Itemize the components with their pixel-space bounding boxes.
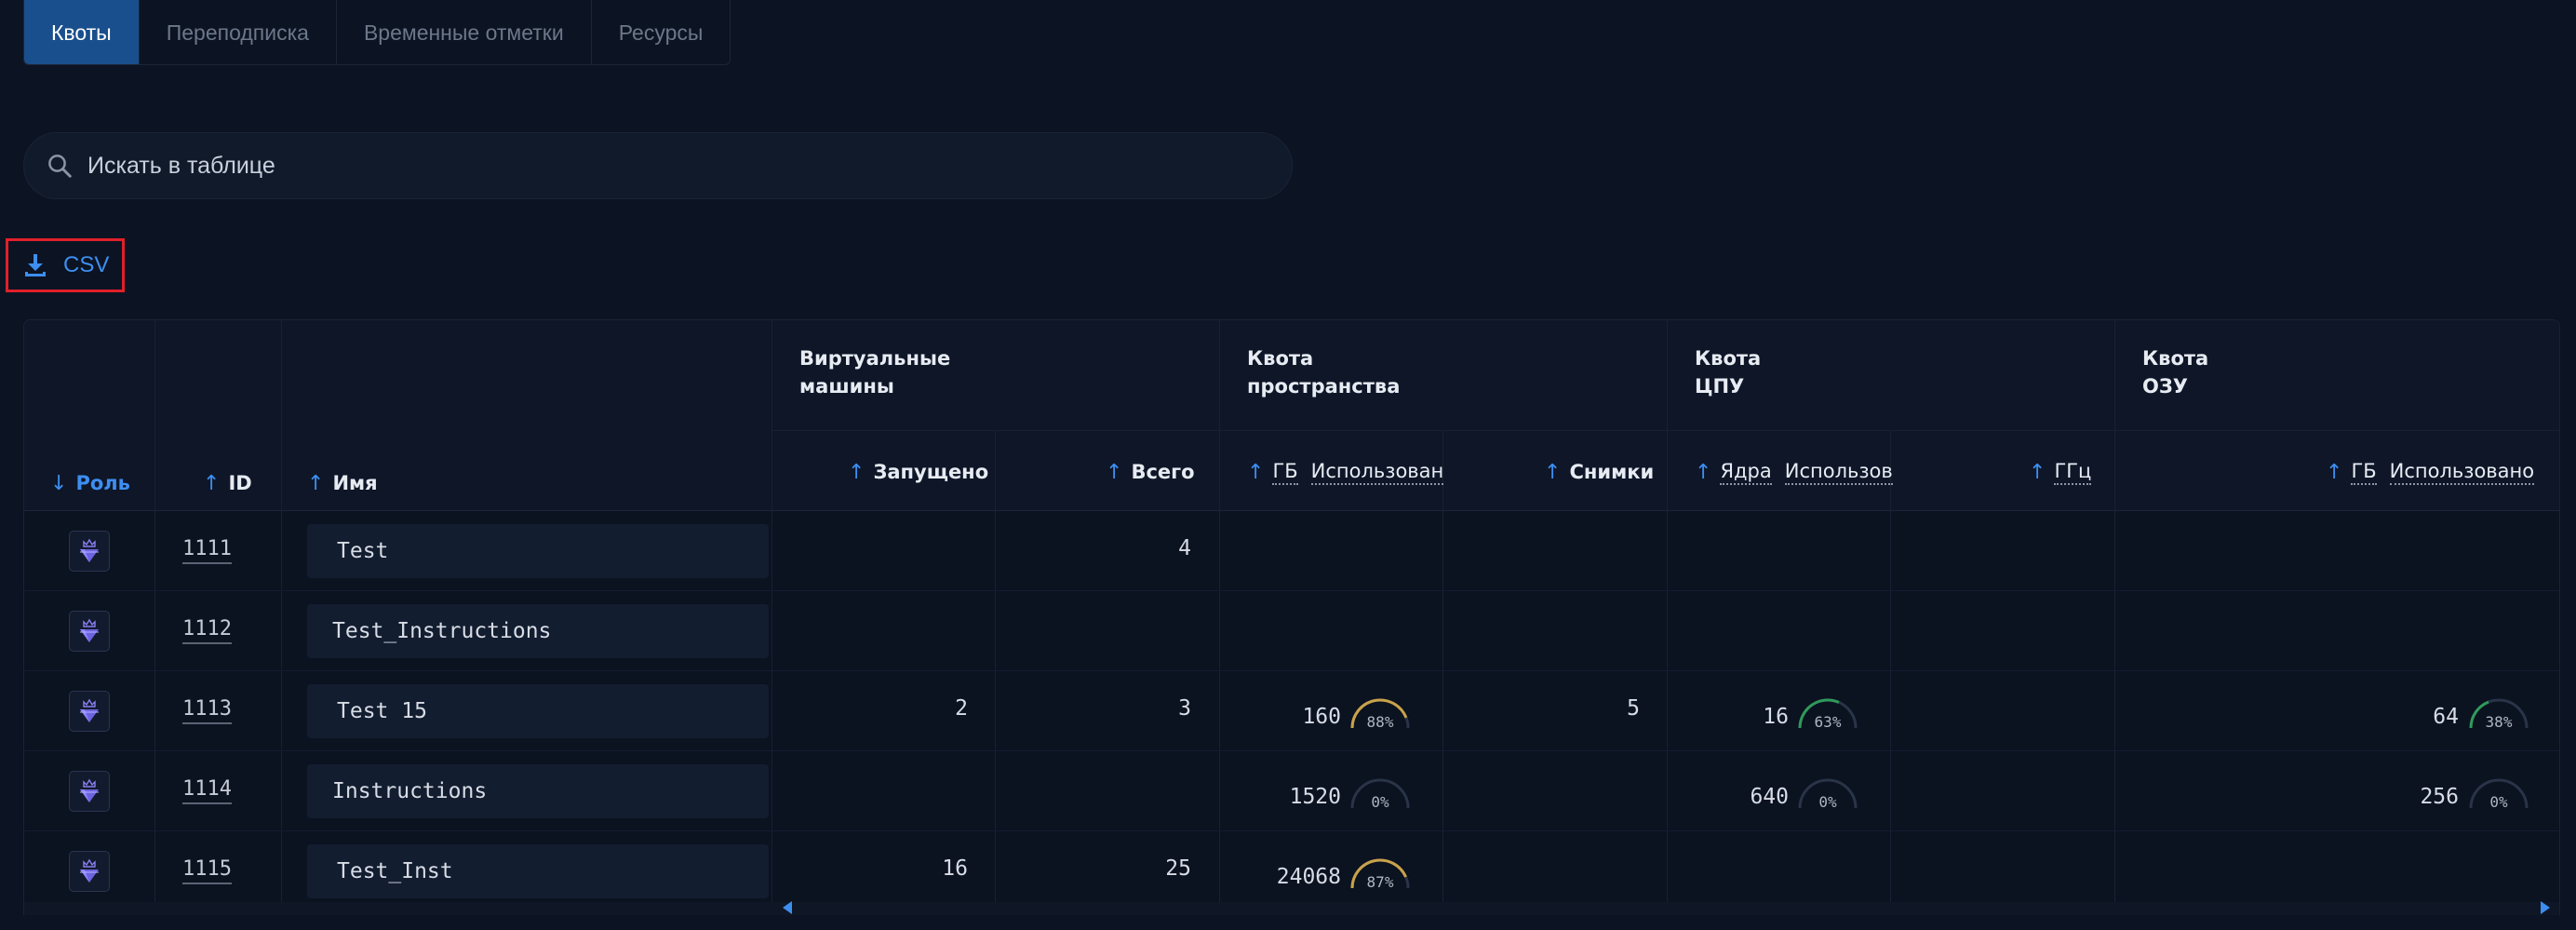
column-header-total[interactable]: ↑ Всего: [1106, 456, 1195, 488]
row-space-gb: 24068: [1276, 865, 1341, 889]
scroll-left-icon[interactable]: [783, 901, 792, 914]
arrow-down-icon: ↓: [50, 471, 68, 495]
column-header-snapshots[interactable]: ↑ Снимки: [1544, 456, 1654, 488]
row-id-link[interactable]: 1112: [182, 617, 232, 644]
column-header-space-used[interactable]: Использован: [1310, 460, 1444, 485]
table-row[interactable]: 1111 Test 4: [24, 511, 2559, 591]
table-row[interactable]: 1112 Test_Instructions: [24, 591, 2559, 671]
tab-timestamps[interactable]: Временные отметки: [337, 0, 592, 64]
horizontal-scrollbar[interactable]: [24, 901, 2559, 915]
column-header-space-gb[interactable]: ↑ ГБ Использован: [1247, 456, 1444, 488]
row-total: 3: [1178, 696, 1191, 721]
diamond-crown-icon[interactable]: [69, 771, 110, 812]
table-row[interactable]: 1115 Test_Inst 16 25 24068 87%: [24, 831, 2559, 911]
tab-quotas[interactable]: Квоты: [24, 0, 140, 64]
column-header-cpu-used[interactable]: Использов: [1784, 460, 1893, 485]
download-icon: [25, 254, 46, 276]
row-name-field[interactable]: Test_Instructions: [307, 604, 769, 658]
csv-export-button[interactable]: CSV: [6, 238, 125, 292]
row-id-link[interactable]: 1111: [182, 537, 232, 564]
diamond-crown-icon[interactable]: [69, 611, 110, 652]
row-name: Test_Instructions: [332, 619, 552, 643]
column-header-role[interactable]: ↓ Роль: [50, 467, 130, 499]
arrow-up-icon: ↑: [2029, 460, 2046, 484]
cpu-usage-gauge: 0%: [1798, 778, 1858, 810]
row-name-field[interactable]: Test: [307, 524, 769, 578]
column-header-started[interactable]: ↑ Запущено: [848, 456, 988, 488]
column-header-id[interactable]: ↑ ID: [203, 467, 252, 499]
group-vm: Виртуальные машины: [799, 347, 951, 398]
ram-usage-gauge: 0%: [2469, 778, 2529, 810]
space-usage-gauge: 0%: [1350, 778, 1410, 810]
row-name-field[interactable]: Test 15: [307, 684, 769, 738]
row-space-gb: 1520: [1289, 785, 1341, 809]
tab-overcommit[interactable]: Переподписка: [140, 0, 337, 64]
column-header-cpu-cores[interactable]: ↑ Ядра Использов: [1695, 456, 1893, 488]
arrow-up-icon: ↑: [1695, 460, 1712, 484]
ram-usage-gauge: 38%: [2469, 698, 2529, 730]
row-ram-gb: 64: [2433, 705, 2459, 729]
space-usage-gauge: 88%: [1350, 698, 1410, 730]
row-id-link[interactable]: 1115: [182, 857, 232, 884]
arrow-up-icon: ↑: [307, 471, 325, 495]
arrow-up-icon: ↑: [1247, 460, 1265, 484]
space-usage-gauge: 87%: [1350, 858, 1410, 890]
arrow-up-icon: ↑: [1544, 460, 1562, 484]
svg-text:0%: 0%: [2489, 793, 2508, 810]
row-name-field[interactable]: Instructions: [307, 764, 769, 818]
row-total: 25: [1165, 856, 1191, 881]
search-input[interactable]: [87, 152, 1292, 180]
group-cpu-quota: Квота ЦПУ: [1695, 347, 1762, 398]
arrow-up-icon: ↑: [2326, 460, 2343, 484]
row-name: Test 15: [337, 699, 427, 723]
diamond-crown-icon[interactable]: [69, 531, 110, 572]
diamond-crown-icon[interactable]: [69, 851, 110, 892]
row-space-gb: 160: [1302, 705, 1341, 729]
row-snapshots: 5: [1627, 696, 1640, 721]
diamond-crown-icon[interactable]: [69, 691, 110, 732]
row-name: Instructions: [332, 779, 488, 803]
search-icon: [48, 155, 72, 178]
search-bar[interactable]: [23, 132, 1293, 199]
group-ram-quota: Квота ОЗУ: [2142, 347, 2209, 398]
table-row[interactable]: 1113 Test 15 2 3 160 88% 5 16 63% 64 38%: [24, 671, 2559, 751]
svg-text:87%: 87%: [1367, 873, 1394, 890]
row-started: 2: [955, 696, 968, 721]
row-name-field[interactable]: Test_Inst: [307, 844, 769, 898]
row-cpu-cores: 16: [1763, 705, 1789, 729]
row-started: 16: [942, 856, 968, 881]
row-ram-gb: 256: [2420, 785, 2459, 809]
group-space-quota: Квота пространства: [1247, 347, 1401, 398]
cpu-usage-gauge: 63%: [1798, 698, 1858, 730]
row-id-link[interactable]: 1113: [182, 697, 232, 724]
row-total: 4: [1178, 536, 1191, 560]
csv-label: CSV: [63, 252, 110, 277]
column-header-cpu-ghz[interactable]: ↑ ГГц: [2029, 456, 2092, 488]
column-header-name[interactable]: ↑ Имя: [307, 467, 378, 499]
table-row[interactable]: 1114 Instructions 1520 0% 640 0% 256 0%: [24, 751, 2559, 831]
scroll-right-icon[interactable]: [2541, 901, 2550, 914]
row-name: Test_Inst: [337, 859, 453, 883]
arrow-up-icon: ↑: [1106, 460, 1123, 484]
quota-table: Виртуальные машины Квота пространства Квот…: [23, 319, 2560, 915]
row-cpu-cores: 640: [1750, 785, 1789, 809]
svg-text:38%: 38%: [2486, 713, 2513, 730]
tab-bar: Квоты Переподписка Временные отметки Рес…: [23, 0, 731, 65]
column-header-ram-gb[interactable]: ↑ ГБ Использовано: [2326, 456, 2535, 488]
arrow-up-icon: ↑: [848, 460, 865, 484]
arrow-up-icon: ↑: [203, 471, 221, 495]
svg-text:63%: 63%: [1815, 713, 1842, 730]
row-name: Test: [337, 539, 389, 563]
tab-resources[interactable]: Ресурсы: [592, 0, 731, 64]
svg-text:88%: 88%: [1367, 713, 1394, 730]
column-header-ram-used[interactable]: Использовано: [2389, 460, 2535, 485]
svg-text:0%: 0%: [1371, 793, 1389, 810]
svg-text:0%: 0%: [1818, 793, 1837, 810]
row-id-link[interactable]: 1114: [182, 777, 232, 804]
